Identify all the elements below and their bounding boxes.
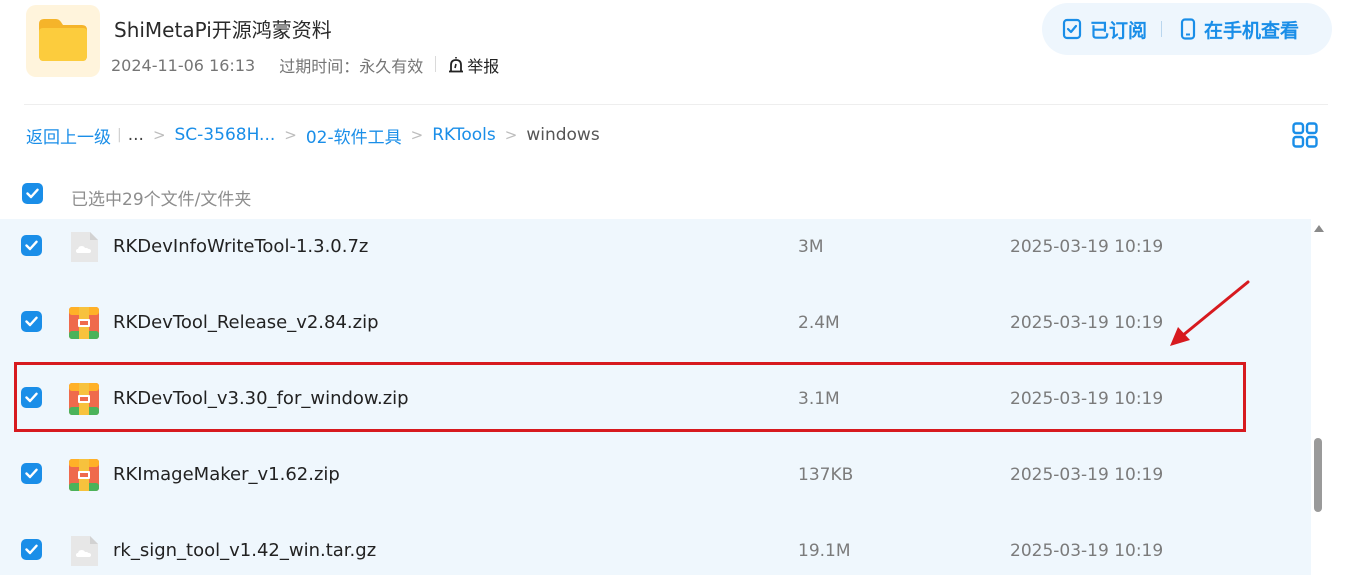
breadcrumb-current: windows <box>526 125 600 145</box>
chevron-right-icon: > <box>152 126 166 144</box>
breadcrumb-item-rktools[interactable]: RKTools <box>432 125 496 145</box>
row-checkbox[interactable] <box>21 387 42 408</box>
chevron-right-icon: > <box>410 126 424 144</box>
file-size: 19.1M <box>798 541 851 561</box>
row-checkbox[interactable] <box>21 463 42 484</box>
list-item[interactable]: RKDevTool_v3.30_for_window.zip 3.1M 2025… <box>0 361 1311 437</box>
back-link[interactable]: 返回上一级 <box>26 123 111 148</box>
breadcrumb: 返回上一级 | ... > SC-3568H... > 02-软件工具 > RK… <box>26 123 600 148</box>
breadcrumb-ellipsis[interactable]: ... <box>128 125 144 145</box>
breadcrumb-item-sc3568h[interactable]: SC-3568H... <box>175 125 276 145</box>
subscribed-label: 已订阅 <box>1090 19 1148 42</box>
check-icon <box>25 316 38 327</box>
list-item[interactable]: RKDevInfoWriteTool-1.3.0.7z 3M 2025-03-1… <box>0 219 1311 285</box>
chevron-right-icon: > <box>284 126 297 144</box>
row-checkbox[interactable] <box>21 235 42 256</box>
expire-text: 过期时间：永久有效 <box>279 57 424 76</box>
check-icon <box>26 188 39 199</box>
file-date: 2025-03-19 10:19 <box>1010 465 1164 485</box>
check-icon <box>25 240 38 251</box>
list-item[interactable]: RKDevTool_Release_v2.84.zip 2.4M 2025-03… <box>0 285 1311 361</box>
alarm-icon <box>449 57 464 73</box>
scroll-up-arrow-icon[interactable] <box>1314 225 1324 232</box>
chevron-right-icon: > <box>504 126 518 144</box>
file-name[interactable]: RKDevTool_v3.30_for_window.zip <box>113 388 409 409</box>
breadcrumb-separator-bar: | <box>117 127 122 143</box>
grid-view-icon[interactable] <box>1292 122 1318 148</box>
page-title: ShiMetaPi开源鸿蒙资料 <box>114 18 332 42</box>
report-button[interactable]: 举报 <box>435 53 499 77</box>
cloud-file-icon <box>68 534 100 568</box>
file-size: 3M <box>798 237 824 257</box>
file-date: 2025-03-19 10:19 <box>1010 313 1164 333</box>
arrow-annotation <box>1170 280 1250 346</box>
file-size: 3.1M <box>798 389 840 409</box>
subscribed-button[interactable]: 已订阅 <box>1062 16 1147 43</box>
scrollbar[interactable] <box>1311 219 1325 575</box>
file-name[interactable]: rk_sign_tool_v1.42_win.tar.gz <box>113 540 376 561</box>
file-size: 2.4M <box>798 313 840 333</box>
zip-archive-icon <box>68 458 100 492</box>
file-size: 137KB <box>798 465 854 485</box>
action-bar: 已订阅 在手机查看 <box>1042 3 1332 55</box>
zip-archive-icon <box>68 382 100 416</box>
file-date: 2025-03-19 10:19 <box>1010 237 1164 257</box>
report-label: 举报 <box>467 57 500 76</box>
phone-icon <box>1180 18 1196 40</box>
breadcrumb-item-software-tools[interactable]: 02-软件工具 <box>306 123 402 148</box>
check-icon <box>25 544 38 555</box>
select-all-checkbox[interactable] <box>22 183 43 204</box>
folder-icon <box>26 5 100 77</box>
file-date: 2025-03-19 10:19 <box>1010 389 1164 409</box>
selection-count: 已选中29个文件/文件夹 <box>71 190 252 210</box>
bookmark-check-icon <box>1062 18 1082 40</box>
file-list: RKDevInfoWriteTool-1.3.0.7z 3M 2025-03-1… <box>0 219 1311 575</box>
check-icon <box>25 392 38 403</box>
row-checkbox[interactable] <box>21 311 42 332</box>
row-checkbox[interactable] <box>21 539 42 560</box>
file-name[interactable]: RKImageMaker_v1.62.zip <box>113 464 340 485</box>
cloud-file-icon <box>68 230 100 264</box>
scroll-thumb[interactable] <box>1314 438 1322 512</box>
view-on-phone-button[interactable]: 在手机查看 <box>1180 16 1299 43</box>
view-on-phone-label: 在手机查看 <box>1204 19 1300 42</box>
file-name[interactable]: RKDevTool_Release_v2.84.zip <box>113 312 379 333</box>
file-name[interactable]: RKDevInfoWriteTool-1.3.0.7z <box>113 236 368 257</box>
list-item[interactable]: RKImageMaker_v1.62.zip 137KB 2025-03-19 … <box>0 437 1311 513</box>
action-divider <box>1161 21 1163 37</box>
file-date: 2025-03-19 10:19 <box>1010 541 1164 561</box>
select-all: 已选中29个文件/文件夹 <box>22 183 251 210</box>
share-meta: 2024-11-06 16:13 过期时间：永久有效 举报 <box>111 53 499 77</box>
share-date: 2024-11-06 16:13 <box>111 55 256 75</box>
check-icon <box>25 468 38 479</box>
list-item[interactable]: rk_sign_tool_v1.42_win.tar.gz 19.1M 2025… <box>0 513 1311 575</box>
zip-archive-icon <box>68 306 100 340</box>
header-divider <box>24 104 1328 105</box>
